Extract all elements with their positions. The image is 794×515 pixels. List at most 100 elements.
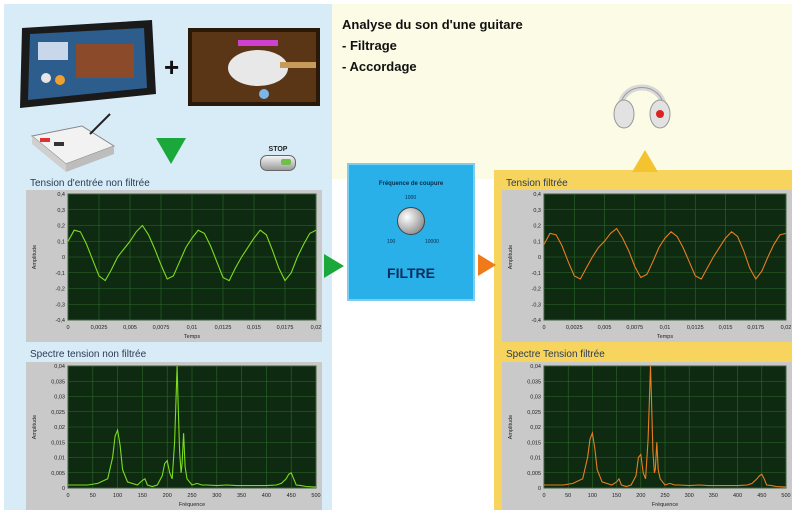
- y-tick-label: 0,025: [527, 410, 541, 416]
- y-axis-label: Amplitude: [32, 415, 38, 439]
- y-tick-label: 0,03: [54, 395, 65, 401]
- x-tick-label: 500: [311, 493, 320, 499]
- x-tick-label: 150: [138, 493, 147, 499]
- x-tick-label: 0,0175: [277, 325, 294, 331]
- x-tick-label: 350: [237, 493, 246, 499]
- arrow-down-green: [156, 138, 186, 164]
- y-tick-label: -0,3: [532, 302, 541, 308]
- y-tick-label: 0,035: [51, 379, 65, 385]
- y-tick-label: 0,005: [51, 471, 65, 477]
- x-tick-label: 0,0125: [215, 325, 232, 331]
- x-tick-label: 100: [588, 493, 597, 499]
- x-tick-label: 350: [709, 493, 718, 499]
- filter-block: Fréquence de coupure 1000 100 10000 FILT…: [347, 163, 475, 301]
- knob-tick-left: 100: [387, 239, 396, 245]
- arrow-right-orange: [478, 254, 496, 276]
- x-tick-label: 300: [685, 493, 694, 499]
- y-tick-label: -0,4: [56, 318, 65, 324]
- x-tick-label: 0,005: [598, 325, 612, 331]
- graph-title-input-voltage: Tension d'entrée non filtrée: [30, 178, 150, 189]
- y-tick-label: 0,2: [533, 224, 541, 230]
- filtered-voltage-graph: 0 0,0025 0,005 0,0075 0,01 0,0125 0,015 0,0175 0…: [502, 190, 792, 342]
- y-tick-label: 0,02: [54, 425, 65, 431]
- x-tick-label: 0,02: [311, 325, 322, 331]
- input-spectrum-graph: 0 50 100 150 200 250 300 350 400 450 500 0,04 0,035 0…: [26, 362, 322, 510]
- y-tick-label: 0: [62, 255, 65, 261]
- header-text: Analyse du son d'une guitare - Filtrage …: [342, 14, 523, 77]
- x-tick-label: 200: [163, 493, 172, 499]
- y-tick-label: 0,01: [54, 456, 65, 462]
- knob-tick-top: 1000: [405, 195, 417, 201]
- stop-control: STOP: [258, 146, 298, 171]
- y-tick-label: -0,4: [532, 318, 541, 324]
- x-tick-label: 0: [542, 325, 545, 331]
- x-tick-label: 0: [542, 493, 545, 499]
- y-tick-label: 0,1: [533, 239, 541, 245]
- x-tick-label: 0,0075: [153, 325, 170, 331]
- y-axis-label: Amplitude: [508, 245, 514, 269]
- header-item-filtering: - Filtrage: [342, 38, 397, 53]
- x-tick-label: 0,02: [781, 325, 792, 331]
- x-tick-label: 500: [781, 493, 790, 499]
- x-tick-label: 250: [187, 493, 196, 499]
- page-title: Analyse du son d'une guitare: [342, 17, 523, 32]
- cutoff-frequency-knob[interactable]: [397, 207, 425, 235]
- x-tick-label: 50: [90, 493, 96, 499]
- x-tick-label: 0,0025: [566, 325, 583, 331]
- y-tick-label: 0: [538, 486, 541, 492]
- x-tick-label: 0,0125: [687, 325, 704, 331]
- x-tick-label: 0,005: [123, 325, 137, 331]
- y-tick-label: 0,04: [530, 364, 541, 370]
- stop-button[interactable]: [260, 155, 296, 171]
- x-axis-label: Temps: [657, 334, 673, 340]
- y-tick-label: 0,035: [527, 379, 541, 385]
- x-tick-label: 50: [565, 493, 571, 499]
- y-tick-label: 0,025: [51, 410, 65, 416]
- arrow-right-green: [324, 254, 344, 278]
- x-tick-label: 0,0075: [626, 325, 643, 331]
- y-tick-label: 0,3: [533, 208, 541, 214]
- knob-tick-right: 10000: [425, 239, 439, 245]
- x-tick-label: 450: [287, 493, 296, 499]
- y-tick-label: 0,01: [530, 456, 541, 462]
- y-tick-label: 0,04: [54, 364, 65, 370]
- x-tick-label: 0,015: [719, 325, 733, 331]
- y-tick-label: 0: [538, 255, 541, 261]
- y-tick-label: 0,005: [527, 471, 541, 477]
- y-tick-label: 0,3: [57, 208, 65, 214]
- y-tick-label: 0,1: [57, 239, 65, 245]
- x-tick-label: 0: [66, 325, 69, 331]
- cutoff-frequency-label: Fréquence de coupure: [378, 181, 444, 187]
- y-tick-label: -0,3: [56, 302, 65, 308]
- header-item-tuning: - Accordage: [342, 59, 417, 74]
- plus-sign: +: [164, 52, 180, 82]
- x-tick-label: 0,01: [660, 325, 671, 331]
- x-tick-label: 0,015: [247, 325, 261, 331]
- x-tick-label: 250: [660, 493, 669, 499]
- x-tick-label: 400: [262, 493, 271, 499]
- graph-title-filtered-spectrum: Spectre Tension filtrée: [506, 349, 605, 360]
- filtered-spectrum-graph: 0 50 100 150 200 250 300 350 400 450 500 0,04 0,035 0…: [502, 362, 792, 510]
- acquisition-device-image: [30, 113, 116, 172]
- x-tick-label: 200: [636, 493, 645, 499]
- y-tick-label: -0,1: [532, 271, 541, 277]
- filter-label: FILTRE: [387, 265, 435, 281]
- x-axis-label: Fréquence: [179, 502, 205, 508]
- y-tick-label: -0,1: [56, 271, 65, 277]
- x-tick-label: 400: [733, 493, 742, 499]
- x-tick-label: 300: [212, 493, 221, 499]
- y-tick-label: 0,03: [530, 395, 541, 401]
- x-tick-label: 0,01: [187, 325, 198, 331]
- arrow-up-yellow: [632, 150, 658, 172]
- x-tick-label: 0,0175: [747, 325, 764, 331]
- headphones-icon: [613, 84, 671, 129]
- y-tick-label: 0,015: [527, 440, 541, 446]
- x-tick-label: 0: [66, 493, 69, 499]
- x-tick-label: 450: [757, 493, 766, 499]
- graph-title-filtered-voltage: Tension filtrée: [506, 178, 568, 189]
- x-axis-label: Temps: [184, 334, 200, 340]
- y-tick-label: 0,4: [533, 192, 541, 198]
- graph-title-input-spectrum: Spectre tension non filtrée: [30, 349, 147, 360]
- y-tick-label: 0,02: [530, 425, 541, 431]
- y-axis-label: Amplitude: [32, 245, 38, 269]
